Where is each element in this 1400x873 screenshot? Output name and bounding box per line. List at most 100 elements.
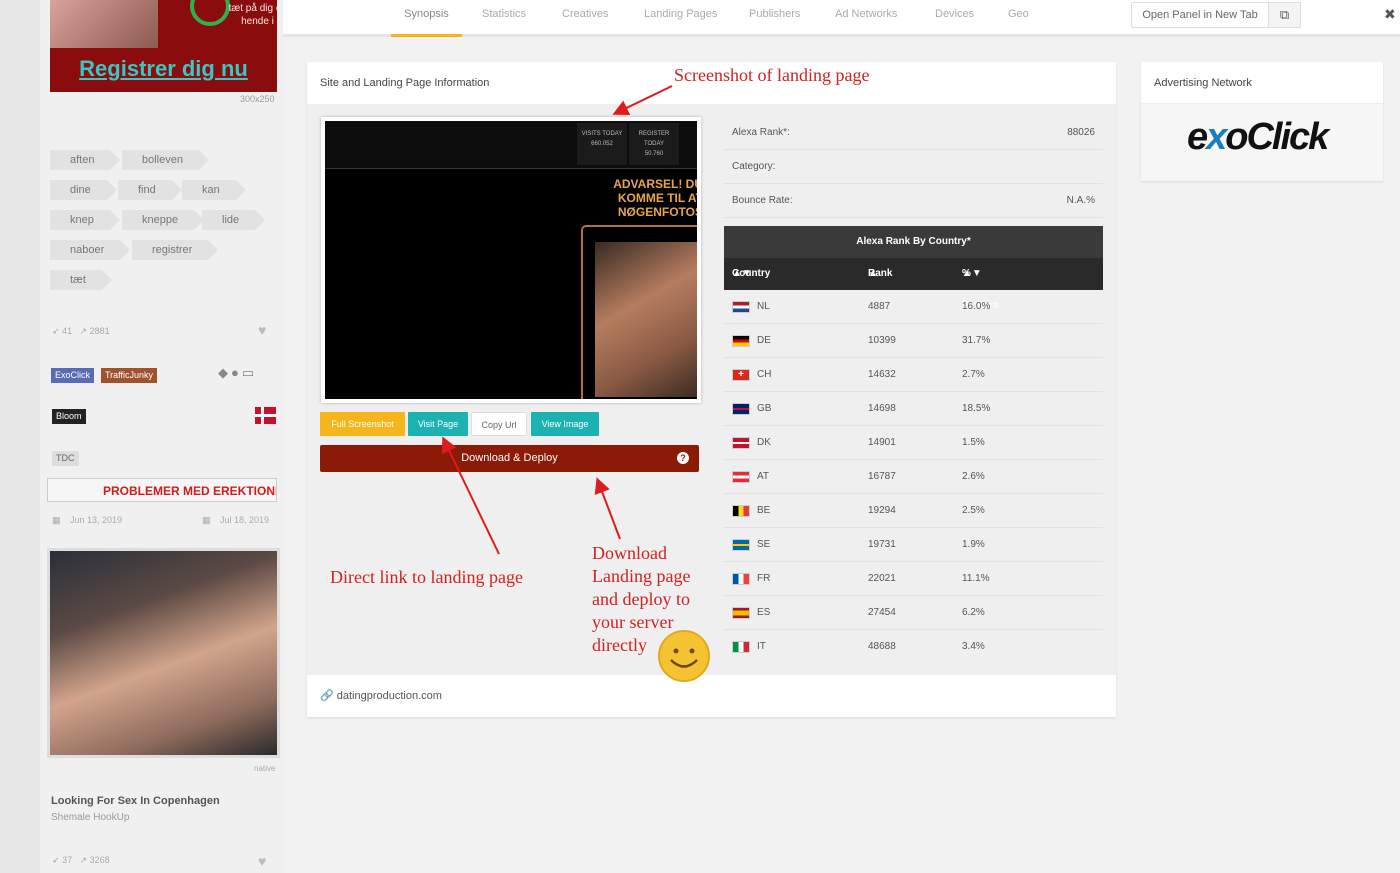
- help-icon[interactable]: ?: [677, 452, 689, 464]
- first-seen-date: Jun 13, 2019: [70, 515, 123, 525]
- view-image-button[interactable]: View Image: [531, 412, 599, 436]
- alexa-table-header: Country ▲▼ Rank ▲ % Visitors ▲▼: [724, 258, 1103, 311]
- flag-it-icon: [732, 641, 750, 653]
- views-count: 2881: [89, 326, 110, 336]
- flag-fr-icon: [732, 573, 750, 585]
- country-cell: BE: [757, 505, 771, 516]
- stat-label: VISITS TODAY: [581, 131, 623, 137]
- download-deploy-button[interactable]: Download & Deploy ?: [320, 445, 699, 472]
- stat-value: 660.052: [591, 141, 613, 147]
- isp-badge: Bloom: [52, 409, 86, 424]
- last-seen-date: Jul 18, 2019: [220, 515, 270, 525]
- copy-url-button[interactable]: Copy Url: [471, 412, 527, 436]
- tab-statistics[interactable]: Statistics: [482, 0, 526, 37]
- flag-nl-icon: [732, 301, 750, 313]
- tag[interactable]: bolleven: [122, 150, 209, 170]
- sort-icon: ▲▼: [732, 268, 752, 279]
- visitors-cell: 16.0%: [962, 301, 991, 312]
- likes-count: 37: [62, 855, 73, 865]
- rank-cell: 16787: [868, 471, 896, 482]
- visitors-cell: 3.4%: [962, 641, 985, 652]
- sidebar-stats: ➶ 37 ↗ 3268: [52, 855, 110, 866]
- rocket-icon: ➶: [52, 855, 60, 865]
- tab-ad-networks[interactable]: Ad Networks: [835, 0, 897, 37]
- tab-landing-pages[interactable]: Landing Pages: [644, 0, 717, 37]
- category-row: Category:: [724, 150, 1103, 184]
- flag-dk-icon: [255, 407, 276, 424]
- logo-letters: e: [1187, 116, 1208, 158]
- visitors-cell: 1.9%: [962, 539, 985, 550]
- native-label: native: [254, 764, 276, 773]
- tag[interactable]: lide: [202, 210, 266, 230]
- heart-icon[interactable]: ♥: [258, 323, 272, 337]
- flag-ch-icon: +: [732, 369, 750, 381]
- open-panel-new-tab-button[interactable]: Open Panel in New Tab: [1131, 2, 1269, 28]
- full-screenshot-button[interactable]: Full Screenshot: [320, 412, 405, 436]
- landing-page-screenshot[interactable]: VISITS TODAY 660.052 REGISTER TODAY 50.7…: [321, 117, 701, 403]
- tag[interactable]: aften: [50, 150, 122, 170]
- country-cell: FR: [757, 573, 771, 584]
- screenshot-stat: VISITS TODAY 660.052: [577, 123, 627, 165]
- ad-photo: [50, 0, 158, 48]
- table-row: + CH 14632 2.7%: [724, 358, 1103, 392]
- country-cell: IT: [757, 641, 766, 652]
- country-cell: CH: [757, 369, 772, 380]
- trend-icon: ↗: [79, 326, 88, 336]
- rank-cell: 22021: [868, 573, 896, 584]
- network-badge: TrafficJunky: [101, 368, 158, 383]
- sidebar-native-photo[interactable]: [47, 548, 280, 758]
- tab-creatives[interactable]: Creatives: [562, 0, 608, 37]
- mini-ad[interactable]: PROBLEMER MED EREKTIONEN?: [47, 478, 277, 502]
- sidebar-ad-banner[interactable]: tæt på dig og knep hende i aften Registr…: [50, 0, 277, 92]
- annotation-screenshot: Screenshot of landing page: [674, 65, 870, 85]
- rank-cell: 14698: [868, 403, 896, 414]
- table-row: SE 19731 1.9%: [724, 528, 1103, 562]
- table-row: FR 22021 11.1%: [724, 562, 1103, 596]
- tab-publishers[interactable]: Publishers: [749, 0, 800, 37]
- tag[interactable]: tæt: [50, 270, 112, 290]
- visitors-cell: 31.7%: [962, 335, 991, 346]
- close-icon[interactable]: ✖: [1384, 6, 1396, 23]
- external-link-icon[interactable]: ⧉: [1269, 2, 1301, 28]
- smiley-icon: [658, 630, 710, 682]
- tag[interactable]: kan: [182, 180, 246, 200]
- panel-footer: 🔗 datingproduction.com: [307, 675, 1116, 717]
- rank-cell: 19731: [868, 539, 896, 550]
- tag[interactable]: kneppe: [122, 210, 205, 230]
- rank-cell: 10399: [868, 335, 896, 346]
- sidebar-stats: ➶ 41 ↗ 2881: [52, 326, 110, 337]
- tag[interactable]: naboer: [50, 240, 131, 260]
- views-count: 3268: [89, 855, 110, 865]
- footer-domain[interactable]: datingproduction.com: [337, 690, 442, 702]
- tag[interactable]: dine: [50, 180, 117, 200]
- calendar-icon: ▦: [52, 515, 61, 525]
- exoclick-logo[interactable]: exoClick: [1187, 116, 1329, 159]
- category-label: Category:: [732, 161, 776, 172]
- sort-up-icon: ▲: [868, 268, 878, 279]
- tag[interactable]: registrer: [132, 240, 219, 260]
- table-row: NL 4887 16.0%: [724, 290, 1103, 324]
- advertising-network-title: Advertising Network: [1141, 62, 1383, 104]
- sort-icon: ▲▼: [962, 268, 982, 279]
- tab-geo[interactable]: Geo: [1008, 0, 1029, 37]
- device-icons: ◆●▭: [218, 365, 257, 381]
- visitors-cell: 2.7%: [962, 369, 985, 380]
- desktop-icon: ▭: [241, 365, 258, 380]
- flag-be-icon: [732, 505, 750, 517]
- tag[interactable]: knep: [50, 210, 120, 230]
- tab-synopsis[interactable]: Synopsis: [391, 0, 462, 37]
- table-row: BE 19294 2.5%: [724, 494, 1103, 528]
- ad-small-text: tæt på dig og knep hende i aften: [228, 3, 277, 27]
- ad-size: 300x250: [240, 94, 275, 104]
- visit-page-button[interactable]: Visit Page: [408, 412, 468, 436]
- country-cell: NL: [757, 301, 770, 312]
- heart-icon[interactable]: ♥: [258, 853, 266, 869]
- rocket-icon: ➶: [52, 326, 60, 336]
- tag[interactable]: find: [118, 180, 182, 200]
- rank-cell: 14901: [868, 437, 896, 448]
- rank-cell: 27454: [868, 607, 896, 618]
- logo-letters: x: [1206, 116, 1227, 158]
- tab-devices[interactable]: Devices: [935, 0, 974, 37]
- screenshot-stat: REGISTER TODAY 50.760: [629, 123, 679, 165]
- android-icon: ◆: [218, 365, 231, 380]
